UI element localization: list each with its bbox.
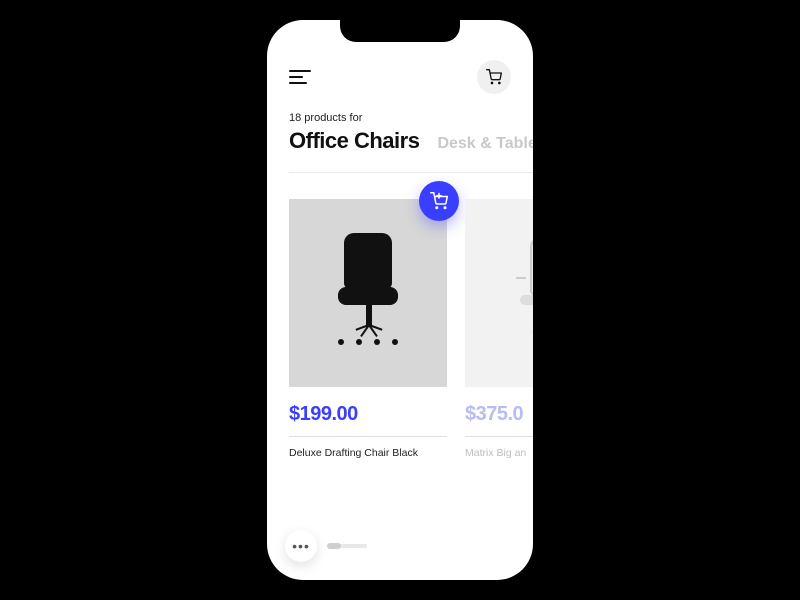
product-price: $199.00: [289, 403, 447, 426]
product-card[interactable]: $375.0 Matrix Big an: [465, 199, 533, 459]
product-count-label: 18 products for: [289, 112, 533, 124]
section-divider: [289, 172, 533, 173]
product-name: Matrix Big an: [465, 447, 533, 459]
bottom-bar: •••: [285, 530, 367, 562]
product-image: [514, 233, 533, 353]
product-name: Deluxe Drafting Chair Black: [289, 447, 447, 459]
category-tabs: Office Chairs Desk & Table: [289, 128, 533, 154]
price-divider: [289, 436, 447, 437]
product-price: $375.0: [465, 403, 533, 426]
carousel-scrollbar[interactable]: [327, 544, 367, 548]
device-notch: [340, 20, 460, 42]
content-area: 18 products for Office Chairs Desk & Tab…: [267, 106, 533, 459]
product-image: [328, 233, 408, 353]
product-image-box: [465, 199, 533, 387]
product-image-box: [289, 199, 447, 387]
cart-icon: [486, 69, 502, 85]
product-card[interactable]: $199.00 Deluxe Drafting Chair Black: [289, 199, 447, 459]
add-to-cart-button[interactable]: [419, 181, 459, 221]
more-options-button[interactable]: •••: [285, 530, 317, 562]
carousel-scroll-thumb[interactable]: [327, 543, 341, 549]
tab-office-chairs[interactable]: Office Chairs: [289, 128, 419, 154]
price-divider: [465, 436, 533, 437]
add-to-cart-icon: [430, 192, 448, 210]
tab-active-label: Office Chairs: [289, 128, 419, 153]
menu-button[interactable]: [289, 70, 311, 84]
phone-frame: 18 products for Office Chairs Desk & Tab…: [267, 20, 533, 580]
product-carousel[interactable]: $199.00 Deluxe Drafting Chair Black $375…: [289, 199, 533, 459]
tab-desk-table[interactable]: Desk & Table: [437, 135, 533, 153]
cart-button[interactable]: [477, 60, 511, 94]
